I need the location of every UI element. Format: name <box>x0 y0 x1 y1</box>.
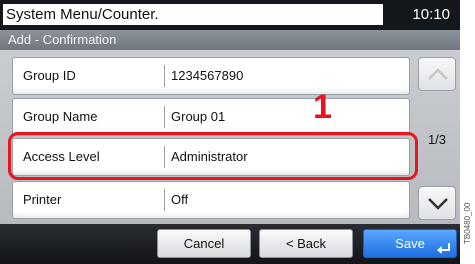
row-access-level[interactable]: Access Level Administrator <box>12 138 410 176</box>
row-value: Administrator <box>171 149 248 164</box>
clock: 10:10 <box>412 6 450 23</box>
row-divider <box>164 106 165 128</box>
row-divider <box>164 146 165 168</box>
row-value: 1234567890 <box>171 68 244 83</box>
row-group-name[interactable]: Group Name Group 01 <box>12 98 410 136</box>
back-button[interactable]: < Back <box>259 229 353 258</box>
confirmation-list: Group ID 1234567890 Group Name Group 01 … <box>0 50 460 224</box>
row-value: Group 01 <box>171 109 226 124</box>
enter-arrow-icon <box>437 243 450 254</box>
scroll-down-button[interactable] <box>418 186 456 220</box>
footer-bar: Cancel < Back Save <box>0 224 460 264</box>
scroll-up-button[interactable] <box>418 57 456 91</box>
touch-panel-screen: System Menu/Counter. 10:10 Add - Confirm… <box>0 0 460 264</box>
row-label: Group ID <box>23 68 76 83</box>
row-group-id[interactable]: Group ID 1234567890 <box>12 57 410 95</box>
row-label: Group Name <box>23 109 98 124</box>
chevron-down-icon <box>428 198 448 210</box>
row-label: Access Level <box>23 149 100 164</box>
screen-title: System Menu/Counter. <box>3 4 383 25</box>
screen-subtitle: Add - Confirmation <box>0 30 460 50</box>
save-button[interactable]: Save <box>363 229 457 258</box>
row-divider <box>164 65 165 87</box>
row-divider <box>164 189 165 211</box>
title-bar: System Menu/Counter. 10:10 <box>0 0 460 30</box>
chevron-up-icon <box>428 68 448 80</box>
page-indicator: 1/3 <box>427 132 447 147</box>
cancel-button[interactable]: Cancel <box>157 229 251 258</box>
callout-number: 1 <box>313 88 332 126</box>
row-value: Off <box>171 192 189 207</box>
row-label: Printer <box>23 192 62 207</box>
row-printer[interactable]: Printer Off <box>12 181 410 219</box>
save-label: Save <box>395 236 425 251</box>
document-id: TB0480_00 <box>463 202 472 244</box>
